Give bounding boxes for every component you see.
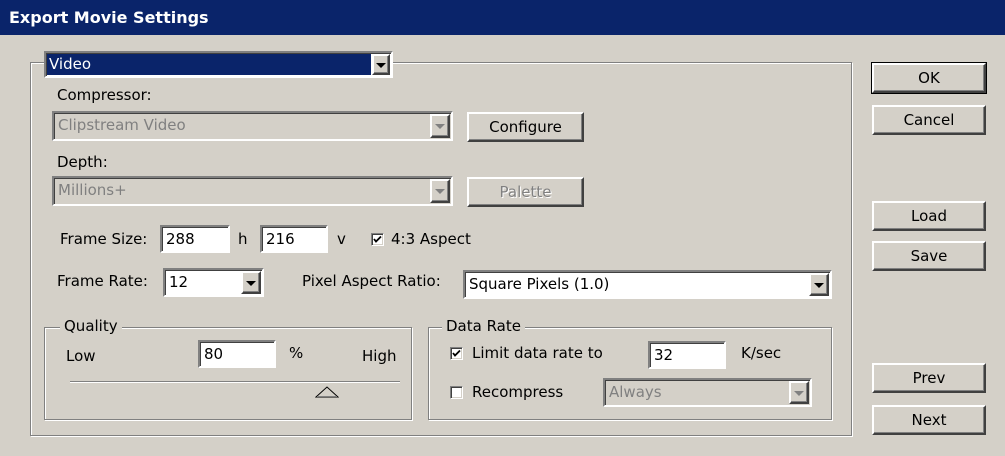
frame-size-h-label: h [238,230,248,248]
quality-unit: % [289,344,304,362]
compressor-value: Clipstream Video [58,116,186,134]
checkmark-icon [452,349,461,357]
depth-value: Millions+ [58,181,127,199]
compressor-select[interactable]: Clipstream Video [52,111,453,141]
window-title: Export Movie Settings [9,8,209,27]
frame-size-label: Frame Size: [60,230,148,248]
depth-label: Depth: [57,153,108,171]
prev-button[interactable]: Prev [872,363,986,393]
section-dropdown[interactable]: Video [44,51,393,78]
depth-select[interactable]: Millions+ [52,176,453,206]
limit-data-rate-label[interactable]: Limit data rate to [472,344,603,362]
frame-size-v-label: v [337,230,346,248]
data-rate-legend: Data Rate [442,317,525,335]
frame-size-v-input[interactable]: 216 [260,225,328,253]
slider-thumb-icon[interactable] [315,386,339,398]
chevron-down-icon [789,381,809,404]
quality-slider[interactable] [70,376,400,406]
chevron-down-icon [430,179,450,203]
checkmark-icon [373,235,382,243]
chevron-down-icon [430,114,450,138]
recompress-select: Always [603,378,812,407]
recompress-label[interactable]: Recompress [472,383,563,401]
data-rate-unit: K/sec [741,344,782,362]
palette-button: Palette [467,177,584,207]
configure-button[interactable]: Configure [467,112,584,142]
frame-rate-select[interactable]: 12 [163,268,264,297]
limit-data-rate-checkbox[interactable] [450,347,463,360]
recompress-checkbox[interactable] [450,386,463,399]
quality-low-label: Low [66,347,96,365]
pixel-aspect-select[interactable]: Square Pixels (1.0) [463,270,832,299]
chevron-down-icon[interactable] [372,54,390,75]
aspect-checkbox[interactable] [371,233,384,246]
save-button[interactable]: Save [872,241,986,271]
quality-input[interactable]: 80 [198,340,276,368]
ok-button[interactable]: OK [871,62,987,94]
pixel-aspect-label: Pixel Aspect Ratio: [302,272,441,290]
chevron-down-icon[interactable] [241,271,261,294]
frame-size-h-input[interactable]: 288 [160,225,230,253]
next-button[interactable]: Next [872,405,986,435]
aspect-label[interactable]: 4:3 Aspect [391,230,471,248]
section-selected: Video [47,54,371,75]
cancel-button[interactable]: Cancel [872,105,986,135]
quality-high-label: High [362,347,397,365]
data-rate-input[interactable]: 32 [648,341,726,369]
frame-rate-label: Frame Rate: [57,272,148,290]
load-button[interactable]: Load [872,201,986,231]
compressor-label: Compressor: [57,86,152,104]
slider-track [70,381,400,383]
title-bar: Export Movie Settings [0,0,1005,35]
chevron-down-icon[interactable] [809,273,829,296]
quality-legend: Quality [60,317,122,335]
